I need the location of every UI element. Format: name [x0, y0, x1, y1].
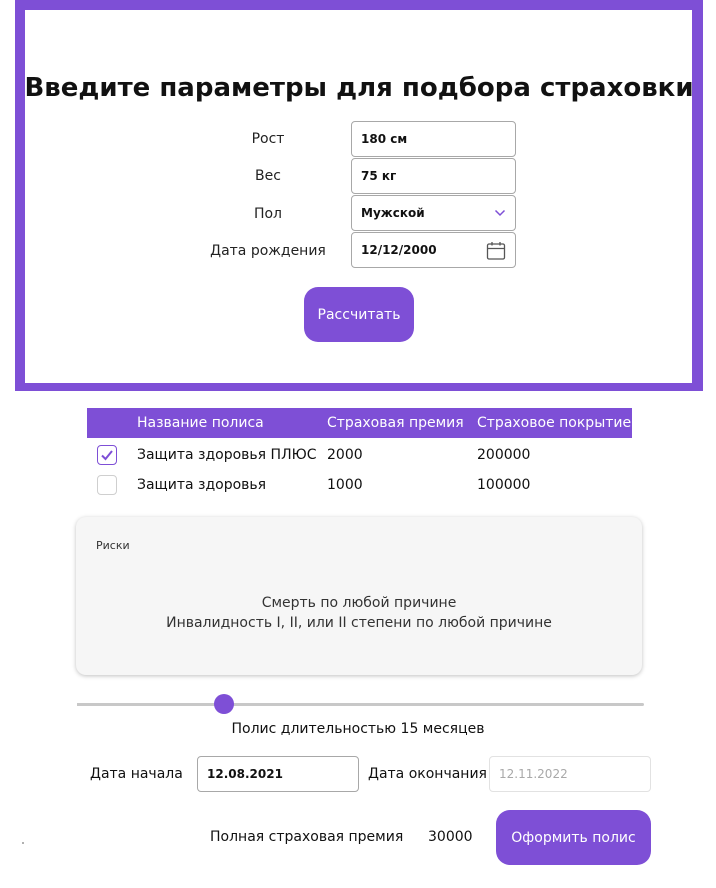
height-label: Рост: [251, 131, 285, 147]
table-row[interactable]: Защита здоровья ПЛЮС 2000 200000: [87, 440, 632, 470]
duration-slider-thumb[interactable]: [214, 694, 235, 714]
start-date-label: Дата начала: [90, 766, 183, 782]
duration-label: Полис длительностью 15 месяцев: [231, 721, 485, 737]
end-date-label: Дата окончания: [368, 766, 487, 782]
calculate-button[interactable]: Рассчитать: [304, 287, 414, 342]
calendar-icon[interactable]: [486, 241, 506, 264]
policy-premium-cell: 2000: [327, 447, 363, 463]
page-title: Введите параметры для подбора страховки: [24, 73, 694, 103]
gender-label: Пол: [253, 206, 283, 222]
end-date-field: 12.11.2022: [489, 756, 651, 792]
chevron-down-icon[interactable]: [494, 207, 506, 222]
policy-name-cell: Защита здоровья: [137, 477, 267, 493]
risk-item: Инвалидность I, II, или II степени по лю…: [166, 615, 552, 631]
birth-date-picker[interactable]: 12/12/2000: [351, 232, 516, 268]
policy-name-cell: Защита здоровья ПЛЮС: [137, 447, 317, 463]
column-header-name[interactable]: Название полиса: [137, 415, 264, 431]
gender-value: Мужской: [361, 206, 425, 220]
risks-title: Риски: [96, 539, 130, 552]
birth-date-value: 12/12/2000: [361, 243, 437, 257]
row-checkbox[interactable]: [97, 445, 117, 465]
table-row[interactable]: Защита здоровья 1000 100000: [87, 470, 632, 500]
height-field[interactable]: 180 см: [351, 121, 516, 157]
policy-coverage-cell: 200000: [477, 447, 531, 463]
risk-item: Смерть по любой причине: [261, 595, 457, 611]
duration-slider-fill: [77, 703, 225, 706]
start-date-value: 12.08.2021: [207, 767, 283, 781]
gender-select[interactable]: Мужской: [351, 195, 516, 231]
duration-slider[interactable]: [77, 694, 644, 714]
policy-grid-header: Название полиса Страховая премия Страхов…: [87, 408, 632, 438]
row-checkbox[interactable]: [97, 475, 117, 495]
end-date-value: 12.11.2022: [499, 767, 568, 781]
height-value: 180 см: [361, 132, 408, 146]
check-icon: [101, 450, 113, 461]
total-premium-label: Полная страховая премия: [210, 829, 404, 845]
issue-policy-button[interactable]: Оформить полис: [496, 810, 651, 865]
column-header-premium[interactable]: Страховая премия: [327, 415, 464, 431]
weight-field[interactable]: 75 кг: [351, 158, 516, 194]
total-premium-value: 30000: [428, 829, 473, 845]
stray-dot: [22, 842, 24, 844]
weight-label: Вес: [255, 168, 281, 184]
weight-value: 75 кг: [361, 169, 397, 183]
policy-coverage-cell: 100000: [477, 477, 531, 493]
column-header-coverage[interactable]: Страховое покрытие: [477, 415, 631, 431]
birth-date-label: Дата рождения: [210, 243, 326, 259]
risks-card: Риски Смерть по любой причине Инвалиднос…: [76, 517, 642, 675]
start-date-field[interactable]: 12.08.2021: [197, 756, 359, 792]
policy-premium-cell: 1000: [327, 477, 363, 493]
